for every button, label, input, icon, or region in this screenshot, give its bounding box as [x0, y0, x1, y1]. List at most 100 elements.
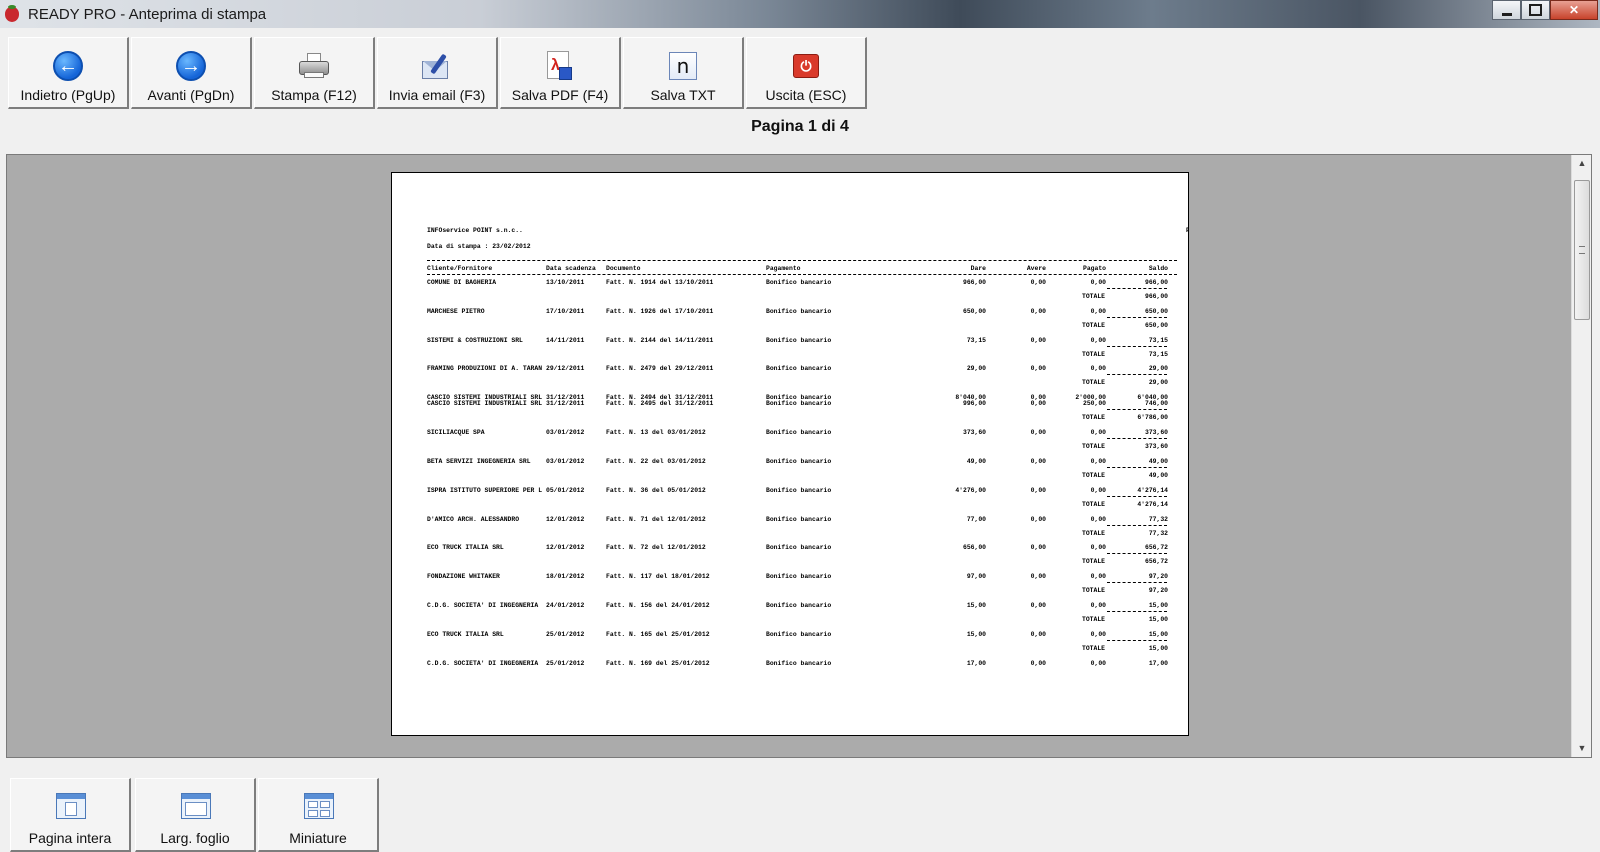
total-value: 73,15	[1148, 350, 1168, 358]
full-page-icon	[56, 793, 88, 821]
cell-dare: 49,00	[966, 458, 986, 465]
subtotal-rule	[1107, 467, 1167, 468]
close-button[interactable]: ✕	[1550, 0, 1598, 20]
maximize-button[interactable]	[1521, 0, 1550, 20]
cell-pagato: 0,00	[1090, 429, 1106, 437]
thumbnails-button[interactable]: Miniature	[258, 778, 379, 852]
cell-cliente: C.D.G. SOCIETA' DI INGEGNERIA	[427, 602, 539, 609]
cell-cliente: MARCHESE PIETRO	[427, 307, 485, 315]
cell-scadenza: 25/01/2012	[546, 630, 585, 638]
subtotal-rule	[1107, 495, 1167, 497]
total-value: 29,00	[1148, 379, 1168, 387]
cell-pagato: 0,00	[1090, 486, 1106, 494]
report-corner-text: P	[1186, 227, 1188, 234]
cell-saldo: 15,00	[1148, 630, 1168, 638]
window-title: READY PRO - Anteprima di stampa	[28, 5, 267, 23]
cell-cliente: ECO TRUCK ITALIA SRL	[427, 544, 504, 552]
window-controls: ✕	[1492, 0, 1598, 20]
report-print-date: Data di stampa : 23/02/2012	[427, 243, 531, 250]
cell-cliente: SISTEMI & COSTRUZIONI SRL	[427, 336, 523, 344]
total-value: 97,20	[1148, 587, 1168, 595]
cell-dare: 656,00	[962, 544, 986, 552]
save-txt-button[interactable]: n Salva TXT	[623, 37, 744, 109]
subtotal-rule	[1107, 345, 1167, 347]
total-label: TOTALE	[1082, 414, 1106, 422]
subtotal-rule	[1107, 524, 1167, 526]
cell-saldo: 77,32	[1148, 515, 1168, 523]
report-company: INFOservice POINT s.n.c..	[427, 227, 523, 234]
save-pdf-button-label: Salva PDF (F4)	[511, 87, 609, 103]
thumbnails-button-label: Miniature	[289, 830, 347, 846]
header-top-rule	[427, 260, 1177, 261]
page-width-button[interactable]: Larg. foglio	[135, 778, 256, 852]
back-button-label: Indietro (PgUp)	[20, 87, 116, 103]
print-button[interactable]: Stampa (F12)	[254, 37, 375, 109]
cell-saldo: 656,72	[1144, 544, 1168, 552]
subtotal-rule	[1107, 374, 1167, 376]
txt-icon: n	[667, 50, 699, 82]
scroll-thumb[interactable]	[1574, 180, 1590, 320]
report-page: INFOservice POINT s.n.c.. Data di stampa…	[391, 172, 1189, 736]
cell-cliente: ECO TRUCK ITALIA SRL	[427, 630, 504, 638]
header-pagamento: Pagamento	[766, 265, 801, 272]
cell-saldo: 4'276,14	[1137, 486, 1168, 494]
send-email-button[interactable]: Invia email (F3)	[377, 37, 498, 109]
cell-cliente: C.D.G. SOCIETA' DI INGEGNERIA	[427, 659, 539, 667]
total-value: 4'276,14	[1137, 500, 1168, 508]
forward-button[interactable]: → Avanti (PgDn)	[131, 37, 252, 109]
cell-cliente: ISPRA ISTITUTO SUPERIORE PER L	[427, 486, 543, 494]
cell-pagamento: Bonifico bancario	[766, 365, 832, 373]
cell-pagamento: Bonifico bancario	[766, 400, 832, 408]
print-preview-window: READY PRO - Anteprima di stampa ✕ ← Indi…	[0, 0, 1600, 852]
header-cliente: Cliente/Fornitore	[427, 265, 493, 272]
total-label: TOTALE	[1082, 587, 1106, 595]
subtotal-rule	[1107, 316, 1167, 318]
total-label: TOTALE	[1082, 558, 1106, 566]
scroll-up-icon[interactable]: ▲	[1572, 155, 1592, 172]
cell-pagato: 0,00	[1090, 515, 1106, 523]
exit-button-label: Uscita (ESC)	[765, 87, 847, 103]
arrow-right-icon: →	[175, 50, 207, 82]
cell-dare: 373,60	[962, 429, 986, 437]
total-value: 49,00	[1148, 472, 1168, 479]
cell-documento: Fatt. N. 72 del 12/01/2012	[606, 544, 706, 552]
total-label: TOTALE	[1082, 644, 1106, 652]
cell-documento: Fatt. N. 13 del 03/01/2012	[606, 429, 706, 437]
cell-scadenza: 14/11/2011	[546, 336, 585, 344]
header-saldo: Saldo	[1148, 265, 1168, 272]
page-indicator: Pagina 1 di 4	[751, 118, 849, 135]
cell-documento: Fatt. N. 1914 del 13/10/2011	[606, 279, 714, 286]
scroll-down-icon[interactable]: ▼	[1572, 740, 1592, 757]
back-button[interactable]: ← Indietro (PgUp)	[8, 37, 129, 109]
subtotal-rule	[1107, 438, 1167, 440]
exit-button[interactable]: ⏻ Uscita (ESC)	[746, 37, 867, 109]
cell-cliente: SICILIACQUE SPA	[427, 429, 485, 437]
subtotal-rule	[1107, 639, 1167, 641]
cell-saldo: 373,60	[1144, 429, 1168, 437]
full-page-button[interactable]: Pagina intera	[10, 778, 131, 852]
cell-avere: 0,00	[1030, 573, 1046, 581]
cell-avere: 0,00	[1030, 458, 1046, 465]
subtotal-rule	[1107, 582, 1167, 584]
cell-saldo: 966,00	[1144, 279, 1168, 286]
minimize-button[interactable]	[1492, 0, 1521, 20]
save-pdf-button[interactable]: λ Salva PDF (F4)	[500, 37, 621, 109]
cell-saldo: 650,00	[1144, 307, 1168, 315]
pdf-icon: λ	[544, 50, 576, 82]
vertical-scrollbar[interactable]: ▲ ▼	[1571, 155, 1591, 757]
total-value: 6'786,00	[1137, 414, 1168, 422]
cell-documento: Fatt. N. 169 del 25/01/2012	[606, 659, 710, 667]
header-dare: Dare	[970, 265, 986, 272]
forward-button-label: Avanti (PgDn)	[147, 87, 235, 103]
total-value: 966,00	[1144, 293, 1168, 300]
cell-pagamento: Bonifico bancario	[766, 429, 832, 437]
cell-saldo: 73,15	[1148, 336, 1168, 344]
total-value: 15,00	[1148, 644, 1168, 652]
cell-scadenza: 03/01/2012	[546, 458, 585, 465]
cell-pagato: 0,00	[1090, 279, 1106, 286]
header-avere: Avere	[1026, 265, 1046, 272]
cell-pagato: 0,00	[1090, 659, 1106, 667]
cell-scadenza: 05/01/2012	[546, 486, 585, 494]
cell-cliente: CASCIO SISTEMI INDUSTRIALI SRL	[427, 400, 543, 408]
preview-area[interactable]: INFOservice POINT s.n.c.. Data di stampa…	[6, 154, 1592, 758]
